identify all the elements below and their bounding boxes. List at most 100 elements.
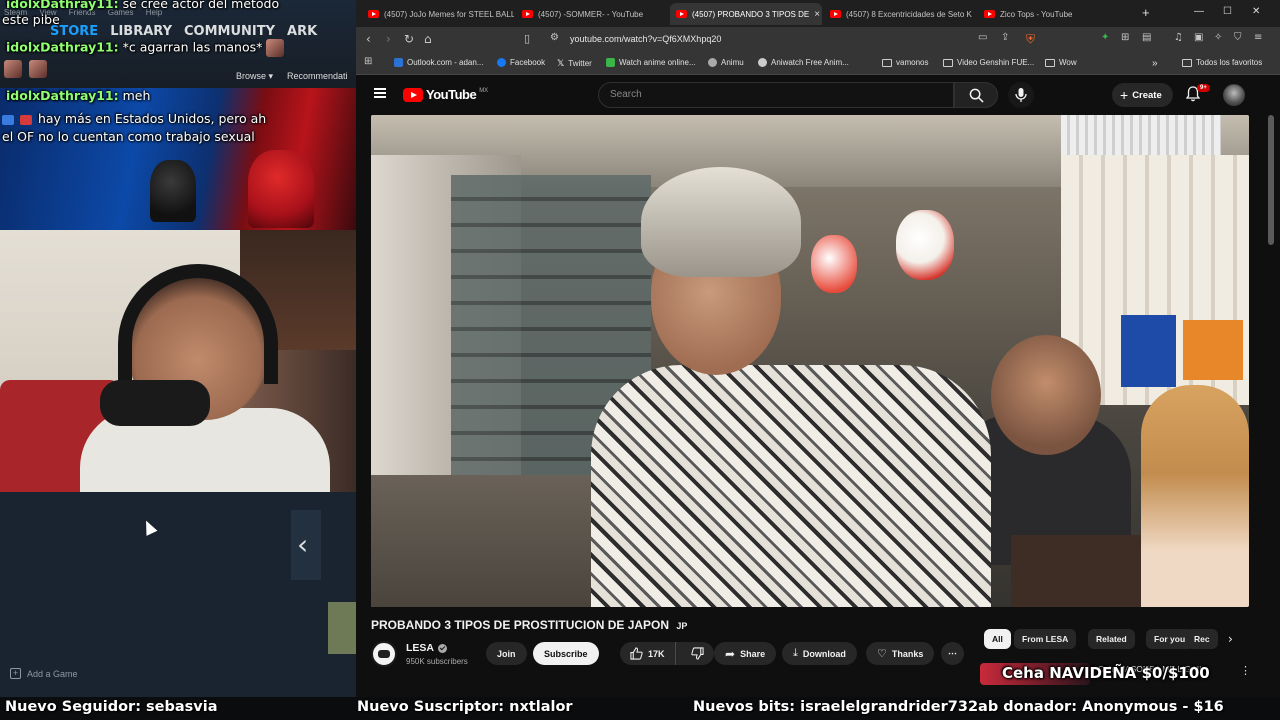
youtube-favicon-icon <box>368 10 379 18</box>
tab-title: (4507) JoJo Memes for STEEL BALL <box>384 9 514 19</box>
minimize-icon[interactable]: — <box>1194 6 1204 17</box>
video-scene-lantern <box>896 210 954 280</box>
chip-label: Rec <box>1194 634 1210 644</box>
outlook-icon <box>394 58 403 67</box>
thanks-button[interactable]: ♡ Thanks <box>866 642 935 665</box>
apps-grid-icon[interactable]: ⊞ <box>364 56 372 67</box>
folder-icon <box>882 58 892 67</box>
new-bits-alert: Nuevos bits: israelelgrandrider732ab don… <box>693 699 1224 715</box>
browser-tab[interactable]: (4507) JoJo Memes for STEEL BALL <box>362 3 514 25</box>
leo-ai-icon[interactable]: ✧ <box>1214 32 1222 43</box>
create-label: Create <box>1132 89 1162 101</box>
hamburger-menu-icon[interactable] <box>374 88 386 98</box>
bookmark-folder-genshin[interactable]: Video Genshin FUE... <box>943 58 1034 67</box>
youtube-play-icon <box>403 87 423 102</box>
facebook-icon <box>497 58 506 67</box>
tab-title: (4507) PROBANDO 3 TIPOS DE <box>692 9 810 19</box>
page-scrollbar[interactable] <box>1268 115 1274 245</box>
collapse-panel-button[interactable]: ‹ <box>291 510 321 580</box>
bookmark-label: Todos los favoritos <box>1196 58 1263 67</box>
more-actions-button[interactable]: ⋯ <box>941 642 964 665</box>
bookmark-aniwatch[interactable]: Aniwatch Free Anim... <box>758 58 849 67</box>
banner-figure-red <box>248 150 314 228</box>
url-field[interactable]: youtube.com/watch?v=Qf6XMXhpq20 <box>570 34 721 44</box>
thanks-icon: ♡ <box>877 648 887 660</box>
video-scene-guest-head <box>991 335 1101 455</box>
emote-icon <box>266 39 285 57</box>
dislike-button[interactable] <box>681 642 714 665</box>
voice-search-button[interactable] <box>1008 82 1034 108</box>
video-player[interactable] <box>371 115 1249 607</box>
chip-all[interactable]: All <box>984 629 1011 649</box>
extension-icon[interactable]: ✦ <box>1101 32 1109 43</box>
bookmark-animu[interactable]: Animu <box>708 58 744 67</box>
wallet-icon[interactable]: ▣ <box>1194 32 1203 43</box>
youtube-favicon-icon <box>830 10 841 18</box>
maximize-icon[interactable]: ☐ <box>1223 6 1232 17</box>
chip-related[interactable]: Related <box>1088 629 1135 649</box>
share-button[interactable]: ➦ Share <box>714 642 777 665</box>
share-page-icon[interactable]: ⇪ <box>1001 32 1009 43</box>
bookmark-icon[interactable]: ▯ <box>524 32 530 45</box>
bookmarks-overflow-button[interactable]: » <box>1152 58 1158 69</box>
youtube-wordmark: YouTube <box>426 87 477 102</box>
create-button[interactable]: + Create <box>1112 83 1173 107</box>
thanks-label: Thanks <box>891 648 924 659</box>
channel-avatar[interactable] <box>371 641 397 667</box>
bookmark-facebook[interactable]: Facebook <box>497 58 545 67</box>
browser-tab[interactable]: (4507) -SOMMER- - YouTube <box>516 3 668 25</box>
extensions-puzzle-icon[interactable]: ⊞ <box>1121 32 1129 43</box>
game-thumbnail[interactable] <box>328 602 356 654</box>
bookmark-folder-vamonos[interactable]: vamonos <box>882 58 928 67</box>
search-input[interactable]: Search <box>598 82 954 108</box>
stream-promo-overlay: Ceha NAVIDEÑA $0/$100 <box>1002 664 1210 682</box>
site-settings-icon[interactable]: ⚙ <box>550 32 559 43</box>
brave-shield-icon[interactable]: ⛨ <box>1026 32 1035 47</box>
new-tab-button[interactable]: + <box>1142 5 1150 20</box>
vpn-icon[interactable]: ⛉ <box>1234 32 1242 43</box>
more-vertical-icon[interactable]: ⋮ <box>1240 664 1251 677</box>
country-code: MX <box>479 87 489 94</box>
join-button[interactable]: Join <box>486 642 527 665</box>
like-button[interactable]: 17K <box>620 642 676 665</box>
video-scene-poster <box>1121 315 1176 387</box>
add-game-button[interactable]: + Add a Game <box>10 668 78 679</box>
browser-tab[interactable]: (4507) 8 Excentricidades de Seto K <box>824 3 976 25</box>
sidebar-icon[interactable]: ▤ <box>1142 32 1151 43</box>
browser-tab[interactable]: Zico Tops - YouTube <box>978 3 1130 25</box>
cast-icon[interactable]: ▭ <box>978 32 987 43</box>
back-icon[interactable]: ‹ <box>366 32 371 46</box>
bookmark-twitter[interactable]: 𝕏 Twitter <box>557 58 592 69</box>
add-game-label: Add a Game <box>27 668 78 679</box>
close-tab-icon[interactable]: × <box>814 9 820 20</box>
download-button[interactable]: ⤓ Download <box>782 642 857 665</box>
bookmark-outlook[interactable]: Outlook.com - adan... <box>394 58 483 67</box>
new-subscriber-alert: Nuevo Suscriptor: nxtlalor <box>357 699 573 715</box>
subscribe-button[interactable]: Subscribe <box>533 642 599 665</box>
music-icon[interactable]: ♫ <box>1174 32 1183 43</box>
account-avatar[interactable] <box>1223 84 1245 106</box>
youtube-favicon-icon <box>984 10 995 18</box>
bookmark-folder-wow[interactable]: Wow <box>1045 58 1077 67</box>
browser-tab-active[interactable]: (4507) PROBANDO 3 TIPOS DE × <box>670 3 822 25</box>
youtube-header: YouTube MX Search + Create 9+ <box>356 75 1280 115</box>
all-bookmarks-button[interactable]: Todos los favoritos <box>1182 58 1262 67</box>
bookmark-anime[interactable]: Watch anime online... <box>606 58 696 67</box>
more-horizontal-icon: ⋯ <box>948 648 957 658</box>
menu-icon[interactable]: ≡ <box>1254 32 1262 43</box>
x-icon: 𝕏 <box>557 58 565 68</box>
home-icon[interactable]: ⌂ <box>424 32 432 46</box>
chip-label: From LESA <box>1022 634 1069 644</box>
forward-icon[interactable]: › <box>386 32 391 46</box>
chat-text: se cree actor del metodo <box>122 0 280 11</box>
youtube-logo[interactable]: YouTube MX <box>403 87 488 102</box>
close-window-icon[interactable]: ✕ <box>1252 6 1260 17</box>
search-button[interactable] <box>954 82 998 108</box>
chip-recent[interactable]: Rec <box>1186 629 1218 649</box>
steam-library-panel: ‹ + Add a Game <box>0 492 356 697</box>
chip-from-channel[interactable]: From LESA <box>1014 629 1077 649</box>
chevron-right-icon[interactable]: › <box>1228 632 1233 646</box>
like-dislike-group: 17K <box>620 642 714 665</box>
channel-name[interactable]: LESA <box>406 642 448 654</box>
reload-icon[interactable]: ↻ <box>404 32 414 46</box>
